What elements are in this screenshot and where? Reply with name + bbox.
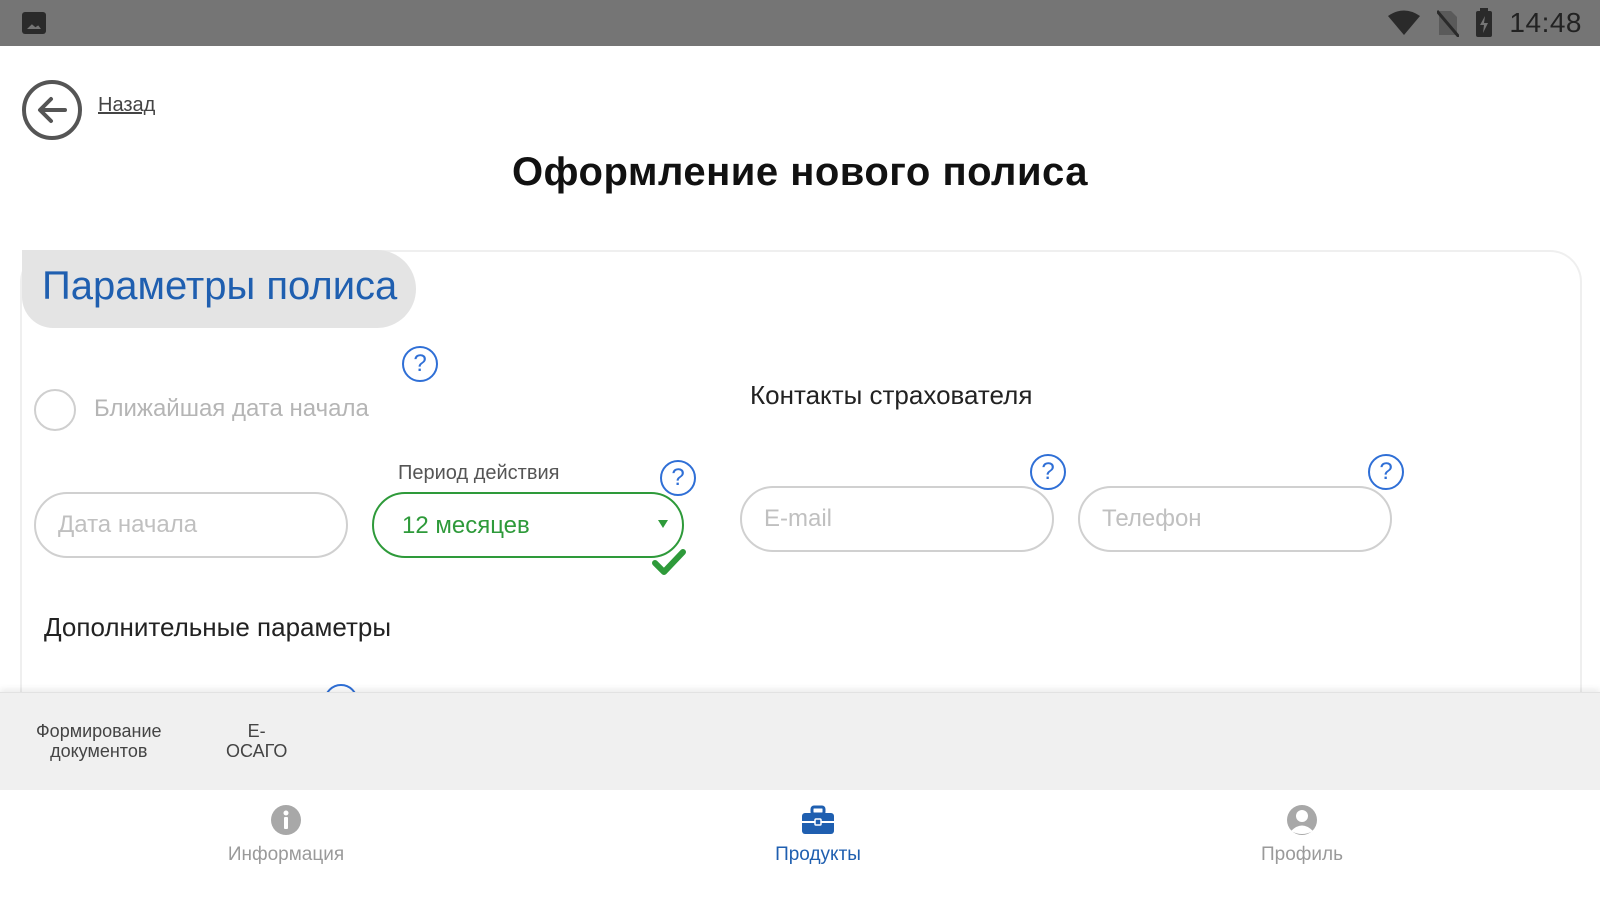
tab-e-osago-line-1: Е- (247, 721, 266, 741)
profile-icon (1287, 805, 1317, 835)
gallery-notification-icon (22, 12, 46, 34)
page-title: Оформление нового полиса (511, 150, 1089, 194)
tab-document-forming[interactable]: Формирование документов (36, 721, 162, 761)
phone-field[interactable] (1078, 486, 1392, 552)
help-icon-phone[interactable]: ? (1368, 454, 1404, 490)
nav-label-profile: Профиль (1260, 844, 1344, 865)
period-value: 12 месяцев (402, 512, 530, 539)
bottom-navigation: Информация Продукты Профиль (0, 790, 1600, 900)
documents-bar: Формирование документов Е- ОСАГО (0, 692, 1600, 790)
status-bar: 14:48 (0, 0, 1600, 46)
help-icon-email[interactable]: ? (1030, 454, 1066, 490)
help-icon-start-date[interactable]: ? (402, 346, 438, 382)
start-date-field[interactable] (34, 492, 348, 558)
nav-label-products: Продукты (775, 844, 861, 865)
help-icon-period[interactable]: ? (660, 460, 696, 496)
battery-icon (1476, 8, 1493, 37)
tab-e-osago[interactable]: Е- ОСАГО (226, 721, 287, 761)
arrow-left-icon (38, 97, 67, 123)
back-link[interactable]: Назад (98, 94, 155, 117)
back-button[interactable] (22, 80, 82, 140)
nav-item-products[interactable]: Продукты (718, 804, 918, 866)
chevron-down-icon (658, 520, 668, 528)
status-bar-right: 14:48 (1387, 7, 1582, 38)
tab-document-forming-line-1: Формирование (36, 721, 162, 741)
nav-label-info: Информация (227, 844, 345, 865)
email-field[interactable] (740, 486, 1054, 552)
nearest-start-date-radio[interactable] (34, 389, 76, 431)
period-label: Период действия (398, 462, 560, 484)
tab-e-osago-line-2: ОСАГО (226, 741, 288, 761)
additional-params-heading: Дополнительные параметры (44, 612, 392, 642)
nav-item-profile[interactable]: Профиль (1202, 804, 1402, 866)
tab-document-forming-line-2: документов (50, 741, 148, 761)
wifi-icon (1388, 10, 1421, 35)
briefcase-icon (802, 805, 834, 834)
nearest-start-date-label: Ближайшая дата начала (94, 395, 369, 422)
period-select[interactable]: 12 месяцев (372, 492, 684, 558)
section-header: Параметры полиса (22, 250, 416, 328)
status-time: 14:48 (1509, 7, 1582, 38)
section-title: Параметры полиса (42, 264, 398, 308)
contacts-heading: Контакты страхователя (750, 380, 1033, 410)
nav-item-info[interactable]: Информация (186, 804, 386, 866)
checkmark-icon (652, 549, 686, 575)
no-sim-icon (1437, 10, 1460, 37)
info-icon (271, 805, 301, 835)
